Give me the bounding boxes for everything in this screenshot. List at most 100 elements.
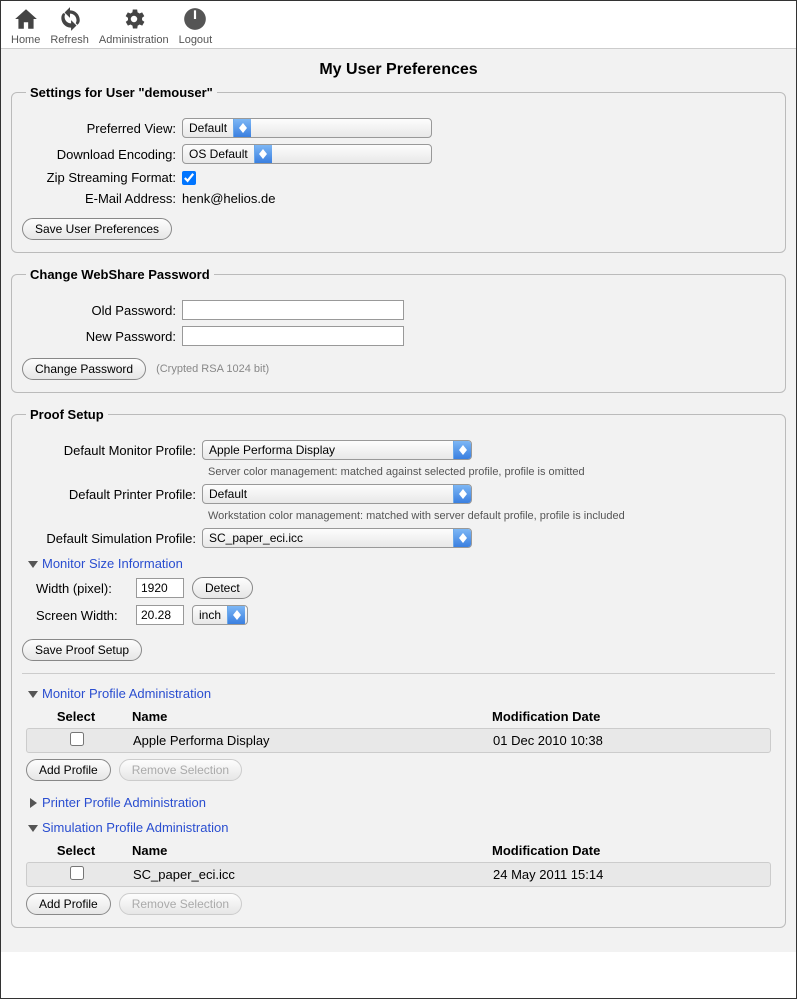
detect-button[interactable]: Detect bbox=[192, 577, 253, 599]
new-password-label: New Password: bbox=[22, 329, 182, 344]
content: My User Preferences Settings for User "d… bbox=[1, 49, 796, 952]
preferred-view-select[interactable]: Default bbox=[182, 118, 432, 138]
toolbar: Home Refresh Administration Logout bbox=[1, 1, 796, 49]
monitor-size-title: Monitor Size Information bbox=[42, 556, 183, 571]
save-proof-setup-button[interactable]: Save Proof Setup bbox=[22, 639, 142, 661]
table-row: SC_paper_eci.icc 24 May 2011 15:14 bbox=[26, 862, 771, 887]
row-select-checkbox[interactable] bbox=[70, 732, 84, 746]
printer-profile-select[interactable]: Default bbox=[202, 484, 472, 504]
chevron-updown-icon bbox=[453, 485, 471, 503]
screen-width-unit-value: inch bbox=[193, 608, 227, 622]
add-profile-button[interactable]: Add Profile bbox=[26, 759, 111, 781]
row-date: 24 May 2011 15:14 bbox=[487, 867, 770, 882]
printer-profile-value: Default bbox=[203, 487, 453, 501]
zip-streaming-checkbox[interactable] bbox=[182, 171, 196, 185]
page-title: My User Preferences bbox=[11, 61, 786, 79]
chevron-updown-icon bbox=[254, 145, 272, 163]
home-icon bbox=[12, 5, 40, 33]
simulation-admin-table: Select Name Modification Date SC_paper_e… bbox=[26, 839, 771, 915]
printer-profile-row: Default Printer Profile: Default bbox=[22, 484, 775, 504]
monitor-admin-disclosure[interactable]: Monitor Profile Administration bbox=[28, 686, 775, 701]
proof-fieldset: Proof Setup Default Monitor Profile: App… bbox=[11, 407, 786, 928]
remove-selection-button[interactable]: Remove Selection bbox=[119, 759, 242, 781]
row-name: SC_paper_eci.icc bbox=[127, 867, 487, 882]
row-date: 01 Dec 2010 10:38 bbox=[487, 733, 770, 748]
password-legend: Change WebShare Password bbox=[26, 267, 214, 282]
chevron-updown-icon bbox=[453, 441, 471, 459]
refresh-button[interactable]: Refresh bbox=[46, 5, 93, 46]
zip-streaming-label: Zip Streaming Format: bbox=[22, 170, 182, 185]
new-password-input[interactable] bbox=[182, 326, 404, 346]
change-password-button[interactable]: Change Password bbox=[22, 358, 146, 380]
col-select-header: Select bbox=[26, 709, 126, 724]
preferred-view-value: Default bbox=[183, 121, 233, 135]
monitor-size-group: Width (pixel): Detect Screen Width: inch bbox=[36, 577, 775, 625]
new-password-row: New Password: bbox=[22, 326, 775, 346]
width-pixel-label: Width (pixel): bbox=[36, 581, 136, 596]
preferred-view-label: Preferred View: bbox=[22, 121, 182, 136]
col-name-header: Name bbox=[126, 709, 486, 724]
email-value: henk@helios.de bbox=[182, 191, 275, 206]
separator bbox=[22, 673, 775, 674]
triangle-down-icon bbox=[28, 559, 38, 569]
home-button[interactable]: Home bbox=[7, 5, 44, 46]
chevron-updown-icon bbox=[233, 119, 251, 137]
triangle-down-icon bbox=[28, 689, 38, 699]
simulation-profile-row: Default Simulation Profile: SC_paper_eci… bbox=[22, 528, 775, 548]
monitor-profile-value: Apple Performa Display bbox=[203, 443, 453, 457]
row-select-checkbox[interactable] bbox=[70, 866, 84, 880]
settings-legend: Settings for User "demouser" bbox=[26, 85, 217, 100]
gear-icon bbox=[120, 5, 148, 33]
monitor-profile-help: Server color management: matched against… bbox=[208, 466, 775, 478]
triangle-down-icon bbox=[28, 823, 38, 833]
monitor-profile-select[interactable]: Apple Performa Display bbox=[202, 440, 472, 460]
col-select-header: Select bbox=[26, 843, 126, 858]
monitor-admin-table: Select Name Modification Date Apple Perf… bbox=[26, 705, 771, 781]
chevron-updown-icon bbox=[453, 529, 471, 547]
simulation-admin-title: Simulation Profile Administration bbox=[42, 820, 228, 835]
refresh-label: Refresh bbox=[50, 34, 89, 46]
refresh-icon bbox=[56, 5, 84, 33]
col-name-header: Name bbox=[126, 843, 486, 858]
save-user-preferences-button[interactable]: Save User Preferences bbox=[22, 218, 172, 240]
administration-button[interactable]: Administration bbox=[95, 5, 173, 46]
logout-icon bbox=[181, 5, 209, 33]
screen-width-label: Screen Width: bbox=[36, 608, 136, 623]
add-profile-button[interactable]: Add Profile bbox=[26, 893, 111, 915]
old-password-input[interactable] bbox=[182, 300, 404, 320]
remove-selection-button[interactable]: Remove Selection bbox=[119, 893, 242, 915]
screen-width-unit-select[interactable]: inch bbox=[192, 605, 248, 625]
logout-label: Logout bbox=[179, 34, 213, 46]
simulation-profile-select[interactable]: SC_paper_eci.icc bbox=[202, 528, 472, 548]
preferred-view-row: Preferred View: Default bbox=[22, 118, 775, 138]
encryption-note: (Crypted RSA 1024 bit) bbox=[156, 363, 269, 375]
old-password-label: Old Password: bbox=[22, 303, 182, 318]
monitor-profile-label: Default Monitor Profile: bbox=[22, 443, 202, 458]
monitor-admin-title: Monitor Profile Administration bbox=[42, 686, 211, 701]
printer-profile-label: Default Printer Profile: bbox=[22, 487, 202, 502]
screen-width-input[interactable] bbox=[136, 605, 184, 625]
col-date-header: Modification Date bbox=[486, 709, 771, 724]
printer-admin-disclosure[interactable]: Printer Profile Administration bbox=[28, 795, 775, 810]
email-label: E-Mail Address: bbox=[22, 191, 182, 206]
table-row: Apple Performa Display 01 Dec 2010 10:38 bbox=[26, 728, 771, 753]
password-fieldset: Change WebShare Password Old Password: N… bbox=[11, 267, 786, 393]
email-row: E-Mail Address: henk@helios.de bbox=[22, 191, 775, 206]
simulation-profile-label: Default Simulation Profile: bbox=[22, 531, 202, 546]
download-encoding-select[interactable]: OS Default bbox=[182, 144, 432, 164]
simulation-admin-disclosure[interactable]: Simulation Profile Administration bbox=[28, 820, 775, 835]
proof-legend: Proof Setup bbox=[26, 407, 108, 422]
logout-button[interactable]: Logout bbox=[175, 5, 217, 46]
monitor-size-disclosure[interactable]: Monitor Size Information bbox=[28, 556, 775, 571]
row-name: Apple Performa Display bbox=[127, 733, 487, 748]
download-encoding-value: OS Default bbox=[183, 147, 254, 161]
simulation-profile-value: SC_paper_eci.icc bbox=[203, 531, 453, 545]
zip-streaming-row: Zip Streaming Format: bbox=[22, 170, 775, 185]
settings-fieldset: Settings for User "demouser" Preferred V… bbox=[11, 85, 786, 253]
monitor-profile-row: Default Monitor Profile: Apple Performa … bbox=[22, 440, 775, 460]
triangle-right-icon bbox=[28, 798, 38, 808]
printer-admin-title: Printer Profile Administration bbox=[42, 795, 206, 810]
width-pixel-input[interactable] bbox=[136, 578, 184, 598]
download-encoding-row: Download Encoding: OS Default bbox=[22, 144, 775, 164]
download-encoding-label: Download Encoding: bbox=[22, 147, 182, 162]
